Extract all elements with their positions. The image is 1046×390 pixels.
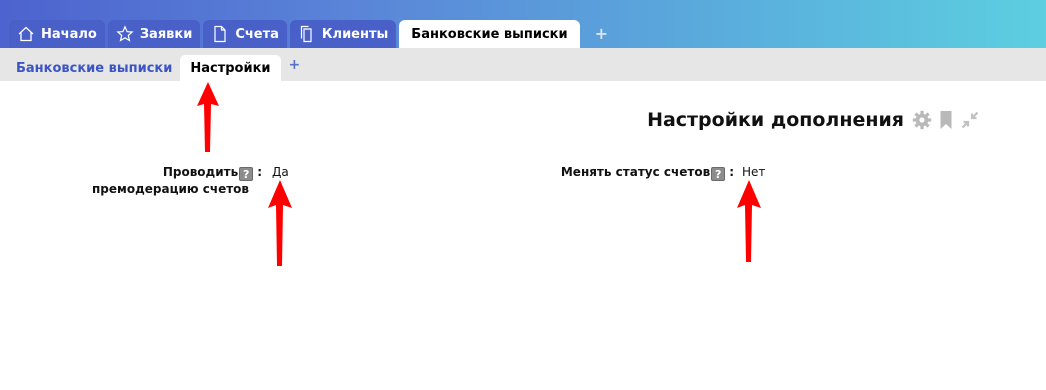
collapse-icon[interactable] bbox=[960, 110, 980, 130]
colon: : bbox=[257, 165, 262, 179]
page-title: Настройки дополнения bbox=[647, 109, 904, 131]
home-icon bbox=[18, 26, 34, 42]
colon: : bbox=[729, 165, 734, 179]
label-text: Менять статус счетов bbox=[560, 165, 711, 179]
tab-requests[interactable]: Заявки bbox=[107, 20, 201, 48]
document-icon bbox=[214, 25, 226, 43]
label-line1: Проводить bbox=[162, 165, 239, 179]
bookmark-icon[interactable] bbox=[938, 110, 954, 130]
sub-tabs: Банковские выписки Настройки + bbox=[8, 55, 300, 81]
tab-home[interactable]: Начало bbox=[9, 20, 105, 48]
top-nav-bar: Начало Заявки Счета Клиенты Банковские в… bbox=[0, 0, 1046, 48]
field-label-change-status: Менять статус счетов?: bbox=[560, 164, 734, 181]
star-icon bbox=[116, 25, 134, 42]
tab-label: Банковские выписки bbox=[411, 26, 568, 42]
annotation-arrow bbox=[268, 180, 292, 266]
subtab-settings[interactable]: Настройки bbox=[180, 55, 281, 81]
label-line2: премодерацию счетов bbox=[92, 182, 250, 196]
subtab-label: Банковские выписки bbox=[16, 60, 173, 76]
help-icon[interactable]: ? bbox=[711, 167, 726, 181]
annotation-arrow bbox=[197, 82, 219, 152]
tab-label: Заявки bbox=[139, 26, 193, 42]
copy-icon bbox=[300, 25, 312, 43]
tab-label: Счета bbox=[235, 26, 279, 42]
tab-invoices[interactable]: Счета bbox=[203, 20, 287, 48]
subtab-bank-statements[interactable]: Банковские выписки bbox=[8, 55, 180, 81]
tab-clients[interactable]: Клиенты bbox=[289, 20, 397, 48]
annotation-arrow bbox=[737, 180, 761, 262]
add-tab-button[interactable]: + bbox=[595, 20, 608, 48]
add-subtab-button[interactable]: + bbox=[289, 55, 301, 81]
field-value-premoderation: Да bbox=[272, 165, 289, 179]
help-icon[interactable]: ? bbox=[239, 167, 254, 181]
tab-bank-statements[interactable]: Банковские выписки bbox=[399, 20, 580, 48]
title-actions bbox=[912, 110, 980, 130]
tab-label: Клиенты bbox=[321, 26, 389, 42]
field-label-premoderation: Проводить?: премодерацию счетов bbox=[90, 164, 262, 197]
tab-label: Начало bbox=[41, 26, 97, 42]
subtab-label: Настройки bbox=[190, 60, 271, 76]
sub-nav-bar: Банковские выписки Настройки + bbox=[0, 48, 1046, 81]
gear-icon[interactable] bbox=[912, 110, 932, 130]
main-tabs: Начало Заявки Счета Клиенты Банковские в… bbox=[9, 20, 608, 48]
field-value-change-status: Нет bbox=[742, 165, 766, 179]
